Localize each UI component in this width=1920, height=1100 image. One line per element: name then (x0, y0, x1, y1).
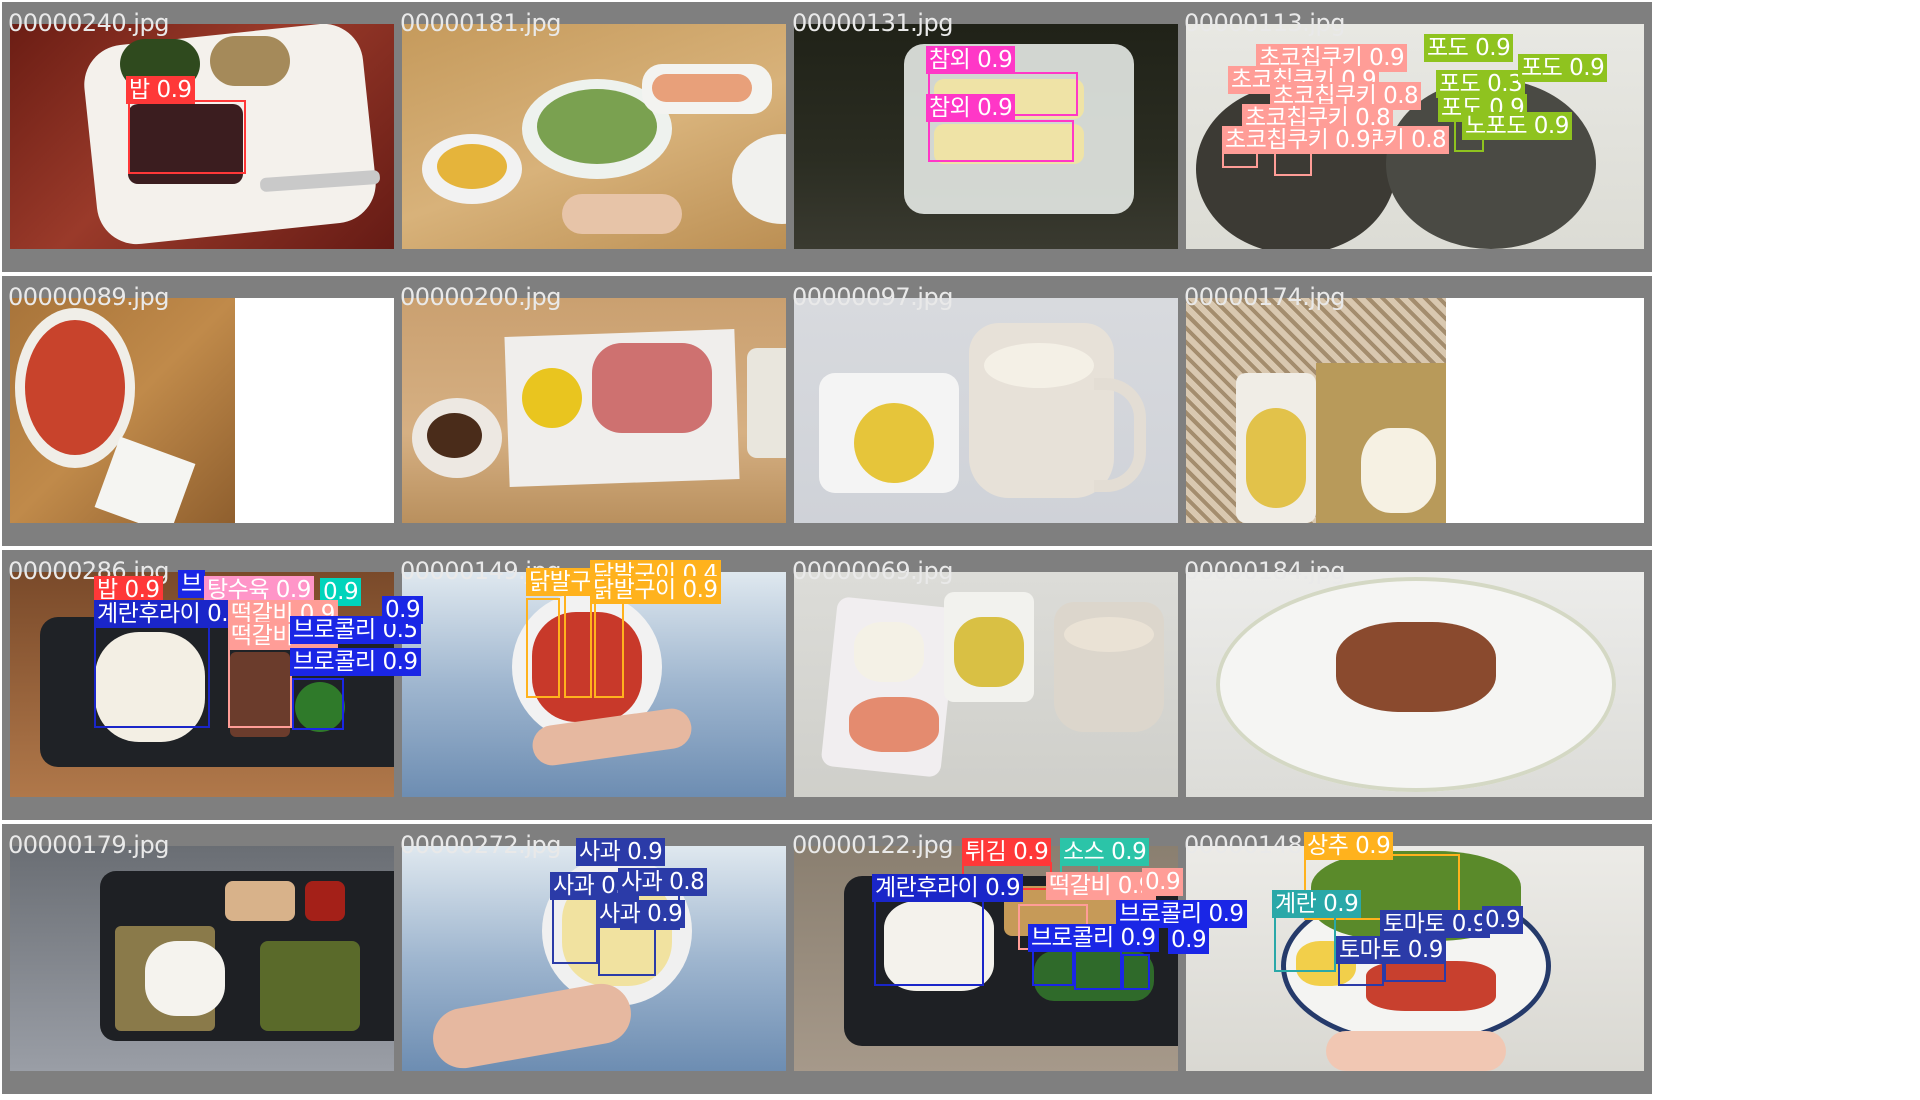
detection-label: 브로콜리 0.9 (1028, 924, 1159, 952)
detection-label: 토마토 0.9 (1336, 936, 1446, 964)
bounding-box (1122, 954, 1150, 990)
bounding-box (874, 900, 984, 986)
detection-label: 소스 0.9 (1060, 838, 1150, 866)
bounding-box (594, 598, 624, 698)
bounding-box (552, 898, 598, 964)
bounding-box (1074, 950, 1122, 990)
filename-label: 00000097.jpg (792, 283, 953, 311)
image-tile: 00000184.jpg (1178, 550, 1652, 820)
detection-label: 상추 0.9 (1304, 832, 1394, 860)
bounding-box (128, 100, 246, 174)
bounding-box (526, 598, 560, 698)
filename-label: 00000131.jpg (792, 9, 953, 37)
bounding-box (1274, 914, 1336, 972)
detection-label: 사과 0.9 (576, 838, 666, 866)
image-tile: 00000113.jpg 초코칩쿠키 0.9 초코칩쿠키 0.9 초코칩쿠키 0… (1178, 2, 1652, 272)
filename-label: 00000113.jpg (1184, 9, 1345, 37)
detection-label: 참외 0.9 (926, 46, 1016, 74)
detection-label: 닭발구 (526, 568, 594, 596)
filename-label: 00000122.jpg (792, 831, 953, 859)
detection-label: 브로콜리 0.9 (290, 648, 421, 676)
filename-label: 00000272.jpg (400, 831, 561, 859)
filename-label: 00000200.jpg (400, 283, 561, 311)
bounding-box (928, 120, 1074, 162)
filename-label: 00000181.jpg (400, 9, 561, 37)
bounding-box (94, 624, 210, 728)
detection-label: 포도 0.9 (1518, 54, 1608, 82)
image-tile: 00000148.jpg 상추 0.9 계란 0.9 토마토 0.9 0.9 토… (1178, 824, 1652, 1094)
food-photo (1186, 572, 1644, 797)
detection-label: 계란 0.9 (1272, 890, 1362, 918)
detection-label: 0.9 (1142, 868, 1184, 896)
detection-label: 토마토 0.9 (1380, 910, 1490, 938)
detection-label: 튀김 0.9 (962, 838, 1052, 866)
filename-label: 00000184.jpg (1184, 557, 1345, 585)
filename-label: 00000179.jpg (8, 831, 169, 859)
detection-label: 노포도 0.9 (1462, 112, 1572, 140)
detection-label: 참외 0.9 (926, 94, 1016, 122)
bounding-box (292, 678, 344, 730)
detection-label: 떡갈비 0.9 (1046, 872, 1156, 900)
detection-label: 닭발구이 0.9 (590, 576, 721, 604)
detection-label: 0.9 (382, 596, 424, 624)
image-tile: 00000174.jpg (1178, 276, 1652, 546)
detection-label: 계란후라이 0.9 (94, 600, 246, 628)
filename-label: 00000240.jpg (8, 9, 169, 37)
detection-label: 포도 0.9 (1424, 34, 1514, 62)
detection-label: 사과 0.8 (618, 868, 708, 896)
detection-label: 브 (178, 570, 205, 598)
filename-label: 00000069.jpg (792, 557, 953, 585)
detection-label: 계란후라이 0.9 (872, 874, 1024, 902)
bounding-box (564, 594, 592, 698)
food-photo (1186, 298, 1644, 523)
detection-label: 초코칩쿠키 0.9 (1222, 126, 1374, 154)
detection-label: 밥 0.9 (126, 76, 195, 104)
detection-label: 0.9 (1168, 926, 1210, 954)
bounding-box (1032, 950, 1074, 986)
filename-label: 00000174.jpg (1184, 283, 1345, 311)
detection-label: 0.9 (1482, 906, 1524, 934)
filename-label: 00000089.jpg (8, 283, 169, 311)
detection-label: 사과 0.9 (596, 900, 686, 928)
